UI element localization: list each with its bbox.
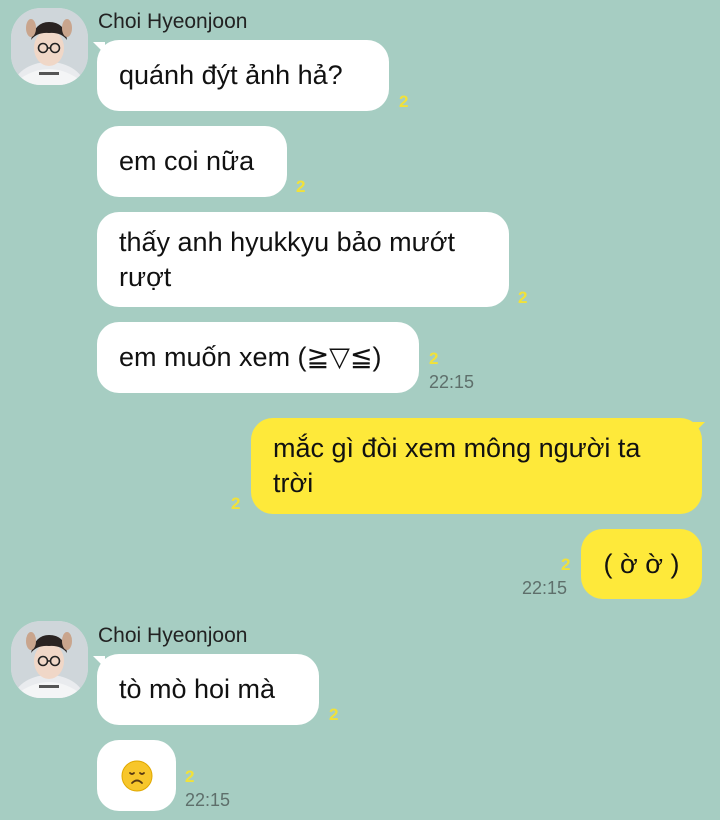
outgoing-message-bubble[interactable]: ( ờ ờ ) — [581, 529, 702, 599]
incoming-message-bubble[interactable]: em coi nữa — [97, 126, 287, 197]
sender-avatar[interactable] — [11, 621, 88, 698]
unread-count: 2 — [399, 92, 409, 111]
incoming-message-bubble[interactable]: quánh đýt ảnh hả? — [97, 40, 389, 111]
unread-count: 2 — [429, 349, 439, 368]
avatar-photo — [11, 8, 88, 85]
message-timestamp: 22:15 — [185, 790, 231, 810]
outgoing-message-bubble[interactable]: mắc gì đòi xem mông người ta trời — [251, 418, 702, 514]
incoming-emoji-bubble[interactable] — [97, 740, 176, 811]
incoming-message-bubble[interactable]: thấy anh hyukkyu bảo mướt rượt — [97, 212, 509, 307]
unread-count: 2 — [561, 555, 571, 574]
message-text: mắc gì đòi xem mông người ta trời — [273, 433, 641, 498]
message-text: ( ờ ờ ) — [603, 548, 680, 579]
sender-avatar[interactable] — [11, 8, 88, 85]
message-timestamp: 22:15 — [522, 578, 568, 598]
message-text: thấy anh hyukkyu bảo mướt rượt — [119, 226, 455, 292]
sender-name: Choi Hyeonjoon — [98, 624, 248, 647]
unread-count: 2 — [518, 288, 528, 307]
chat-conversation[interactable]: Choi Hyeonjoon quánh đýt ảnh hả? 2 em co… — [0, 0, 720, 820]
sender-name: Choi Hyeonjoon — [98, 10, 248, 33]
incoming-message-bubble[interactable]: tò mò hoi mà — [97, 654, 319, 725]
disappointed-face-emoji-icon — [121, 760, 152, 791]
message-text: quánh đýt ảnh hả? — [119, 60, 343, 90]
unread-count: 2 — [185, 767, 195, 786]
message-text: em muốn xem (≧▽≦) — [119, 342, 382, 372]
unread-count: 2 — [329, 705, 339, 724]
avatar-photo — [11, 621, 88, 698]
unread-count: 2 — [296, 177, 306, 196]
message-text: tò mò hoi mà — [119, 674, 276, 704]
incoming-message-bubble[interactable]: em muốn xem (≧▽≦) — [97, 322, 419, 393]
message-text: em coi nữa — [119, 146, 255, 176]
unread-count: 2 — [231, 494, 241, 513]
message-timestamp: 22:15 — [429, 372, 475, 392]
